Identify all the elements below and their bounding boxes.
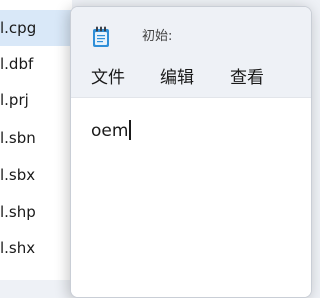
text-editor[interactable]: oem: [71, 98, 311, 297]
file-item-sbx[interactable]: l.sbx: [0, 157, 72, 193]
file-explorer-list: l.cpg l.dbf l.prj l.sbn l.sbx l.shp l.sh…: [0, 0, 72, 280]
file-item-shx[interactable]: l.shx: [0, 230, 72, 266]
notepad-icon: [92, 26, 110, 48]
menu-file[interactable]: 文件: [89, 67, 127, 89]
menu-view[interactable]: 查看: [228, 67, 266, 89]
file-item-dbf[interactable]: l.dbf: [0, 46, 72, 82]
text-caret: [129, 120, 131, 140]
window-title: 初始:: [142, 29, 173, 44]
file-item-sbn[interactable]: l.sbn: [0, 120, 72, 156]
menu-bar: 文件 编辑 查看: [71, 57, 311, 98]
menu-edit[interactable]: 编辑: [158, 67, 196, 89]
file-item-prj[interactable]: l.prj: [0, 82, 72, 118]
notepad-window: 初始: 文件 编辑 查看 oem: [70, 6, 312, 298]
editor-content[interactable]: oem: [91, 120, 131, 142]
editor-text: oem: [91, 121, 129, 141]
file-item-cpg[interactable]: l.cpg: [0, 10, 72, 46]
file-item-shp[interactable]: l.shp: [0, 194, 72, 230]
title-bar[interactable]: 初始:: [71, 7, 311, 57]
